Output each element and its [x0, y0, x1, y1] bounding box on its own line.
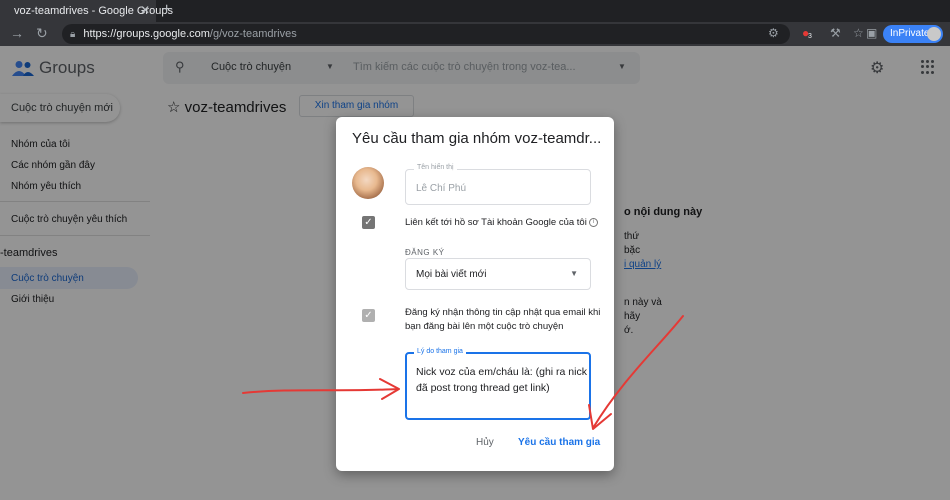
join-reason-field[interactable]: Lý do tham gia Nick voz của em/cháu là: …: [405, 348, 591, 420]
avatar: [352, 167, 384, 199]
tracking-icon[interactable]: ⚙: [768, 26, 779, 40]
join-reason-input[interactable]: Nick voz của em/cháu là: (ghi ra nick đã…: [416, 364, 588, 396]
info-icon[interactable]: i: [588, 217, 598, 227]
url-text: https://groups.google.com/g/voz-teamdriv…: [83, 28, 297, 40]
browser-tab[interactable]: voz-teamdrives - Google Groups ✕: [0, 0, 173, 22]
browser-address-row: → ↻ 🔒︎ https://groups.google.com/g/voz-t…: [0, 22, 950, 46]
cancel-button[interactable]: Hủy: [476, 437, 494, 448]
profile-avatar: [927, 27, 941, 41]
browser-tab-bar: voz-teamdrives - Google Groups ✕ +: [0, 0, 950, 22]
email-updates-label: Đăng ký nhận thông tin cập nhật qua emai…: [405, 307, 601, 332]
collections-icon[interactable]: ▣: [866, 26, 877, 40]
favorites-icon[interactable]: ☆: [853, 26, 864, 40]
reload-icon[interactable]: ↻: [36, 25, 48, 42]
subscription-value: Mọi bài viết mới: [416, 269, 487, 280]
close-tab-icon[interactable]: ✕: [140, 3, 150, 17]
inprivate-badge[interactable]: InPrivate: [883, 25, 943, 43]
link-profile-text: Liên kết tới hồ sơ Tài khoản Google của …: [405, 217, 587, 228]
subscription-heading: ĐĂNG KÝ: [405, 248, 445, 257]
subscription-select[interactable]: Mọi bài viết mới ▼: [405, 258, 591, 290]
inprivate-label: InPrivate: [890, 28, 930, 39]
display-name-field[interactable]: Tên hiển thị Lê Chí Phú: [405, 164, 591, 205]
request-join-button[interactable]: Yêu cầu tham gia: [518, 437, 600, 448]
email-updates-checkbox[interactable]: ✓: [362, 309, 375, 322]
new-tab-button[interactable]: +: [162, 1, 171, 19]
extensions-icon[interactable]: ⚒: [830, 26, 841, 40]
display-name-value[interactable]: Lê Chí Phú: [416, 183, 466, 194]
link-profile-label: Liên kết tới hồ sơ Tài khoản Google của …: [405, 216, 598, 230]
url-bar[interactable]: 🔒︎ https://groups.google.com/g/voz-teamd…: [62, 24, 790, 44]
dialog-title: Yêu cầu tham gia nhóm voz-teamdr...: [352, 130, 602, 147]
forward-icon[interactable]: →: [10, 25, 24, 41]
join-request-dialog: Yêu cầu tham gia nhóm voz-teamdr... Tên …: [336, 117, 614, 471]
chevron-down-icon: ▼: [570, 269, 578, 278]
join-reason-label: Lý do tham gia: [414, 348, 466, 355]
lock-icon: 🔒︎: [70, 28, 76, 40]
link-profile-checkbox[interactable]: ✓: [362, 216, 375, 229]
notification-count: 3: [808, 33, 812, 40]
display-name-label: Tên hiển thị: [414, 164, 457, 171]
